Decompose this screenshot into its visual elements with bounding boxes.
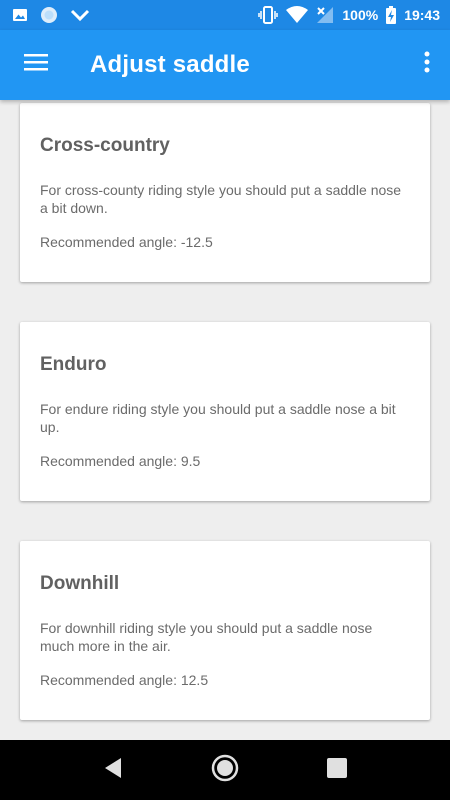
home-button[interactable] xyxy=(205,750,245,790)
recommended-angle: Recommended angle: 9.5 xyxy=(40,453,201,469)
app-bar: Adjust saddle xyxy=(0,30,450,100)
menu-button[interactable] xyxy=(14,42,58,86)
no-signal-icon xyxy=(316,6,334,24)
image-icon xyxy=(12,7,28,23)
app-screen: 100% 19:43 Adjust saddle Cross-country F… xyxy=(0,0,450,800)
hamburger-menu-icon xyxy=(24,53,48,76)
back-button[interactable] xyxy=(93,750,133,790)
status-bar: 100% 19:43 xyxy=(0,0,450,30)
wifi-icon xyxy=(286,6,309,24)
recommended-angle: Recommended angle: 12.5 xyxy=(40,672,209,688)
notification-icons xyxy=(12,0,90,30)
card-downhill[interactable]: Downhill For downhill riding style you s… xyxy=(20,541,430,720)
card-enduro[interactable]: Enduro For endure riding style you shoul… xyxy=(20,322,430,501)
card-title: Downhill xyxy=(40,573,120,594)
system-status: 100% 19:43 xyxy=(258,0,440,30)
circle-icon xyxy=(40,6,58,24)
card-list[interactable]: Cross-country For cross-county riding st… xyxy=(0,100,450,740)
card-title: Enduro xyxy=(40,354,107,375)
card-title: Cross-country xyxy=(40,135,170,156)
more-vert-icon xyxy=(424,51,430,78)
back-icon xyxy=(103,757,123,784)
system-nav-bar xyxy=(0,740,450,800)
recents-icon xyxy=(327,757,347,783)
recommended-angle: Recommended angle: -12.5 xyxy=(40,234,213,250)
vibrate-icon xyxy=(258,6,279,24)
home-icon xyxy=(211,754,239,787)
card-cross-country[interactable]: Cross-country For cross-county riding st… xyxy=(20,103,430,282)
card-description: For cross-county riding style you should… xyxy=(40,182,402,216)
page-title: Adjust saddle xyxy=(90,51,250,78)
card-description: For downhill riding style you should put… xyxy=(40,620,373,654)
battery-label: 100% xyxy=(342,7,379,23)
overflow-menu-button[interactable] xyxy=(412,42,442,86)
clock: 19:43 xyxy=(404,7,440,23)
card-description: For endure riding style you should put a… xyxy=(40,401,396,435)
recents-button[interactable] xyxy=(317,750,357,790)
battery-charging-icon xyxy=(386,6,397,24)
chevron-down-icon xyxy=(70,8,90,22)
